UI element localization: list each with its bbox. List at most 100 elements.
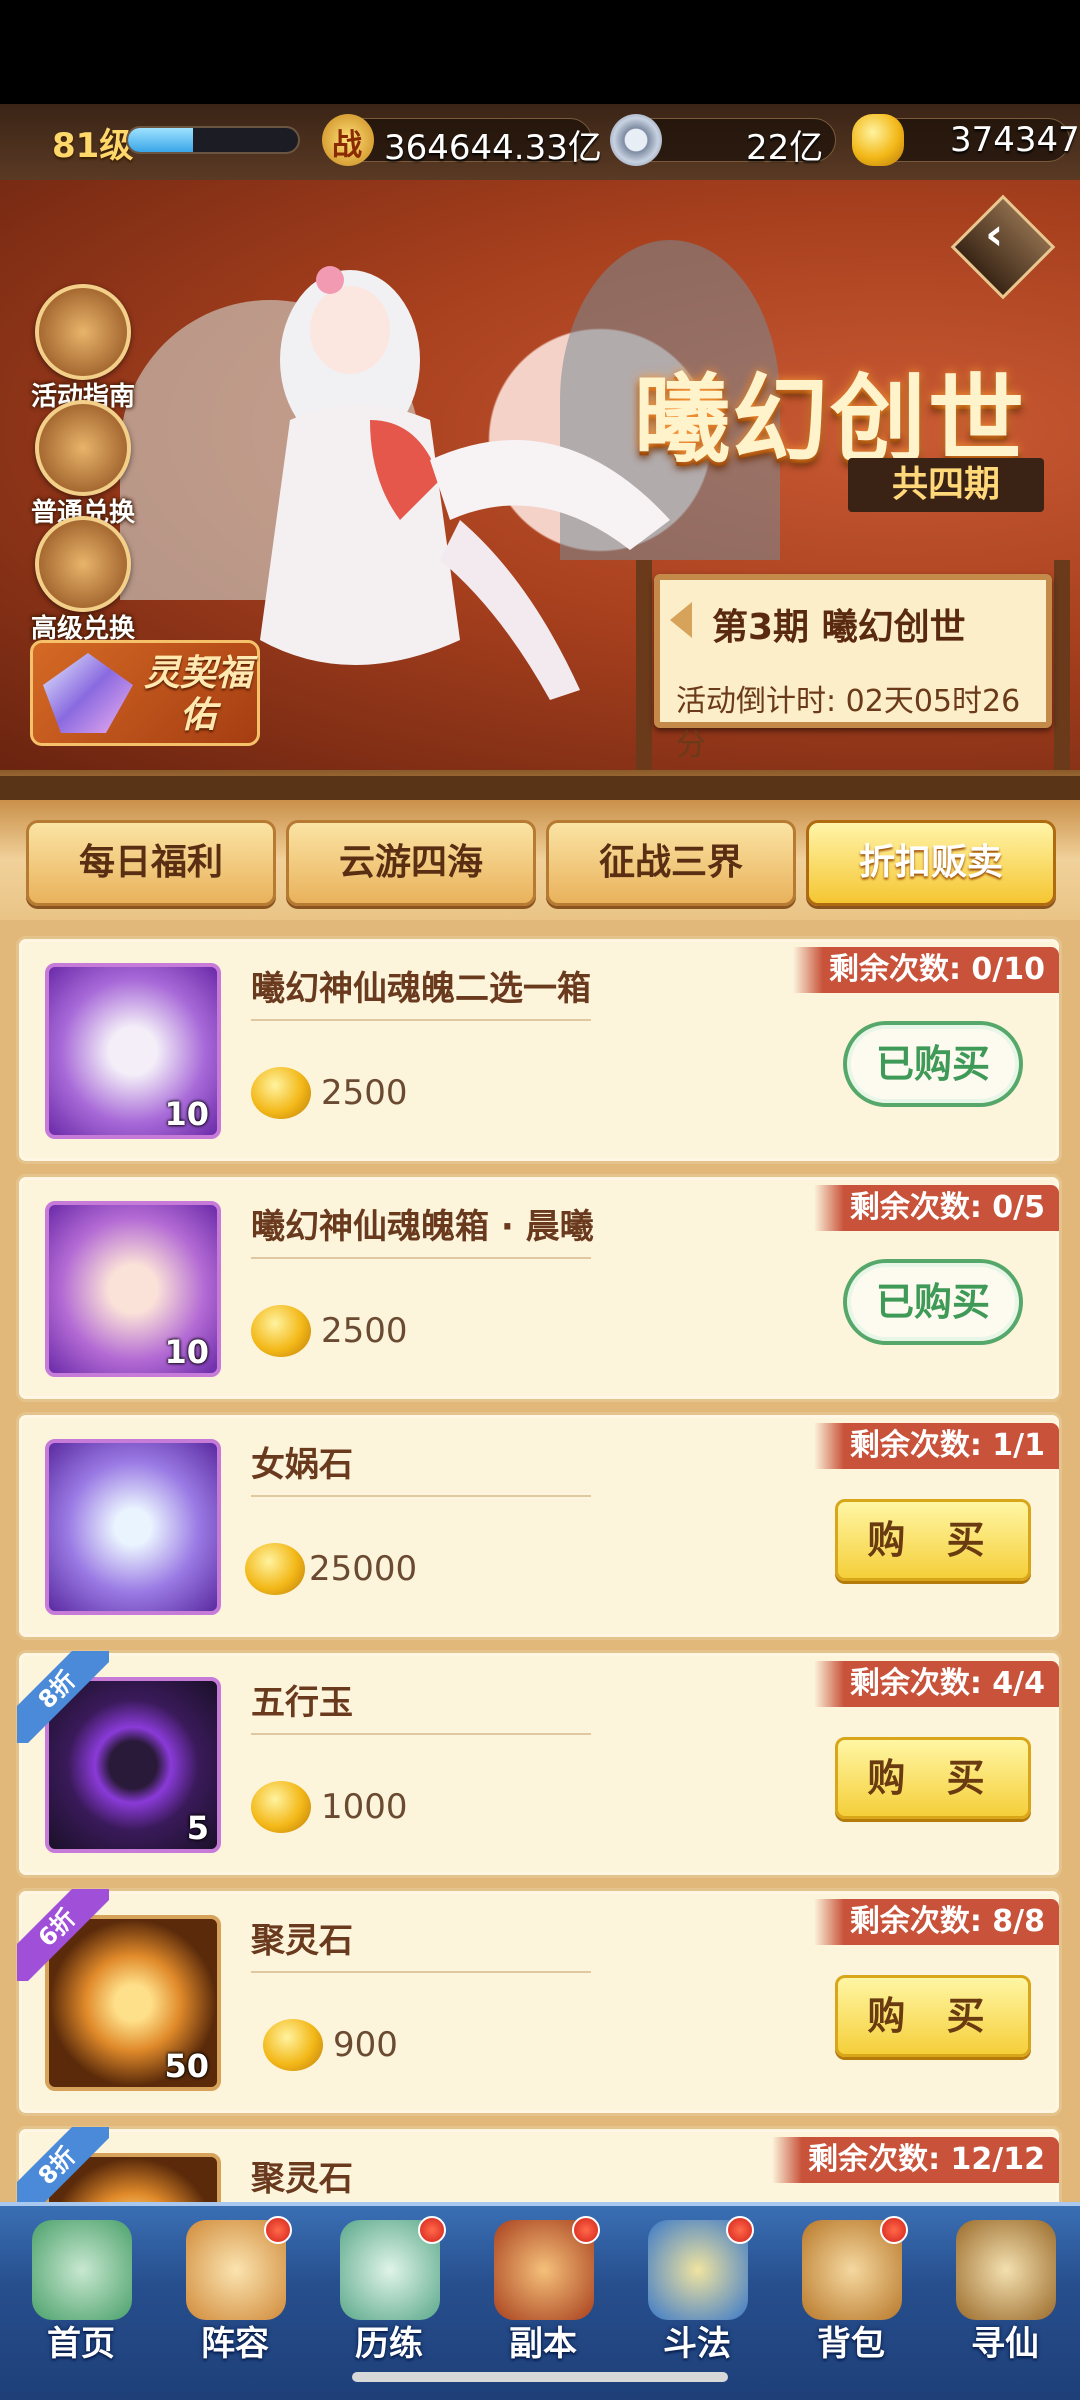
nav-dungeon[interactable]: 副本 (466, 2206, 620, 2366)
notification-dot (264, 2216, 292, 2244)
item-name: 聚灵石 (251, 1921, 353, 1961)
resource-bar: 81级 战 364644.33亿 22亿 374347 (0, 104, 1080, 180)
discount-badge: 8折 (17, 2127, 109, 2202)
lingqi-button[interactable]: 灵契福佑 (30, 640, 260, 746)
gold-ingot-icon (251, 1305, 311, 1357)
notification-dot (418, 2216, 446, 2244)
item-name: 曦幻神仙魂魄二选一箱 (251, 969, 591, 1009)
nav-seek-immortal[interactable]: 寻仙 (928, 2206, 1080, 2366)
purchased-badge: 已购买 (843, 1259, 1023, 1345)
discount-label: 8折 (17, 2127, 109, 2202)
item-price: 2500 (321, 1311, 408, 1351)
item-quantity: 5 (186, 1809, 209, 1847)
buy-button[interactable]: 购 买 (835, 1737, 1031, 1819)
purchased-badge: 已购买 (843, 1021, 1023, 1107)
tab-cloud-travel[interactable]: 云游四海 (286, 820, 536, 906)
coin-value: 22亿 (746, 128, 824, 168)
divider (251, 1495, 591, 1497)
buy-button[interactable]: 购 买 (835, 1975, 1031, 2057)
discount-badge: 8折 (17, 1651, 109, 1743)
discount-label: 8折 (17, 1651, 109, 1743)
discount-badge: 6折 (17, 1889, 109, 1981)
nav-lineup[interactable]: 阵容 (158, 2206, 312, 2366)
divider (251, 1257, 591, 1259)
item-name: 聚灵石 (251, 2159, 353, 2199)
notification-dot (572, 2216, 600, 2244)
lingqi-label: 灵契福佑 (143, 653, 252, 736)
gold-ingot-icon (852, 114, 904, 166)
board-post-right (1054, 560, 1070, 770)
home-indicator[interactable] (352, 2372, 728, 2382)
discount-label: 6折 (17, 1889, 109, 1981)
period-prev-arrow-icon[interactable] (670, 602, 692, 638)
nav-duel-label: 斗法 (663, 2324, 731, 2364)
remaining-count: 剩余次数: 12/12 (772, 2137, 1059, 2183)
gold-ingot-icon (251, 1781, 311, 1833)
gold-ingot-icon (251, 1067, 311, 1119)
nav-training[interactable]: 历练 (312, 2206, 466, 2366)
item-quantity: 10 (164, 1333, 209, 1371)
remaining-count: 剩余次数: 0/5 (813, 1185, 1059, 1231)
tab-discount-sale[interactable]: 折扣贩卖 (806, 820, 1056, 906)
xp-bar-fill (128, 128, 193, 152)
tab-strip: 每日福利 云游四海 征战三界 折扣贩卖 (0, 770, 1080, 920)
item-name: 女娲石 (251, 1445, 353, 1485)
power-value: 364644.33亿 (384, 128, 602, 168)
nav-duel[interactable]: 斗法 (620, 2206, 774, 2366)
search-icon (35, 284, 131, 380)
back-button[interactable]: ‹ (950, 194, 1056, 300)
bottom-nav: 首页 阵容 历练 副本 斗法 背包 寻仙 (0, 2202, 1080, 2400)
countdown-text: 活动倒计时: 02天05时26分 (676, 684, 1021, 763)
divider (251, 1971, 591, 1973)
back-arrow-icon: ‹ (985, 209, 1004, 261)
tab-strip-border (0, 776, 1080, 800)
board-post-left (636, 560, 652, 770)
remaining-count: 剩余次数: 4/4 (813, 1661, 1059, 1707)
notification-dot (726, 2216, 754, 2244)
guide-button[interactable]: 活动指南 (28, 284, 138, 413)
scroll-icon (956, 2220, 1056, 2320)
nav-lineup-label: 阵容 (201, 2324, 269, 2364)
tab-conquest[interactable]: 征战三界 (546, 820, 796, 906)
battle-power-icon: 战 (322, 114, 374, 166)
item-quantity: 10 (164, 1095, 209, 1133)
item-price: 1000 (321, 1787, 408, 1827)
list-item: 女娲石 25000 剩余次数: 1/1 购 买 (16, 1412, 1062, 1640)
event-subtitle: 共四期 (848, 458, 1044, 512)
remaining-count: 剩余次数: 1/1 (813, 1423, 1059, 1469)
nav-bag[interactable]: 背包 (774, 2206, 928, 2366)
gold-ingot-icon (263, 2019, 323, 2071)
soul-box-icon: 10 (45, 963, 221, 1139)
item-price: 900 (333, 2025, 398, 2065)
tab-daily-welfare[interactable]: 每日福利 (26, 820, 276, 906)
nav-home-label: 首页 (47, 2324, 115, 2364)
notification-dot (880, 2216, 908, 2244)
nav-seek-immortal-label: 寻仙 (971, 2324, 1039, 2364)
advanced-exchange-button[interactable]: 高级兑换 (28, 516, 138, 645)
xp-bar (126, 126, 300, 154)
buy-button[interactable]: 购 买 (835, 1499, 1031, 1581)
item-price: 25000 (309, 1549, 418, 1589)
item-price: 2500 (321, 1073, 408, 1113)
remaining-count: 剩余次数: 0/10 (792, 947, 1059, 993)
nav-bag-label: 背包 (817, 2324, 885, 2364)
gift-box-icon (35, 400, 131, 496)
list-item: 10 曦幻神仙魂魄二选一箱 2500 剩余次数: 0/10 已购买 (16, 936, 1062, 1164)
divider (251, 1019, 591, 1021)
period-board: 第3期 曦幻创世 活动倒计时: 02天05时26分 (654, 574, 1052, 763)
item-quantity: 50 (164, 2047, 209, 2085)
ingot-value: 374347 (950, 120, 1080, 160)
player-level: 81级 (52, 126, 134, 166)
copper-coin-icon (610, 114, 662, 166)
period-title: 第3期 曦幻创世 (712, 607, 966, 648)
event-banner: 活动指南 普通兑换 高级兑换 灵契福佑 ‹ 曦幻创世 共四期 第3期 曦幻创世 … (0, 180, 1080, 770)
shop-list[interactable]: 10 曦幻神仙魂魄二选一箱 2500 剩余次数: 0/10 已购买 10 曦幻神… (0, 920, 1080, 2202)
nav-dungeon-label: 副本 (509, 2324, 577, 2364)
list-item: 5 8折 五行玉 1000 剩余次数: 4/4 购 买 (16, 1650, 1062, 1878)
nav-home[interactable]: 首页 (4, 2206, 158, 2366)
status-bar (0, 0, 1080, 104)
normal-exchange-button[interactable]: 普通兑换 (28, 400, 138, 529)
remaining-count: 剩余次数: 8/8 (813, 1899, 1059, 1945)
item-name: 五行玉 (251, 1683, 353, 1723)
list-item: 50 6折 聚灵石 900 剩余次数: 8/8 购 买 (16, 1888, 1062, 2116)
